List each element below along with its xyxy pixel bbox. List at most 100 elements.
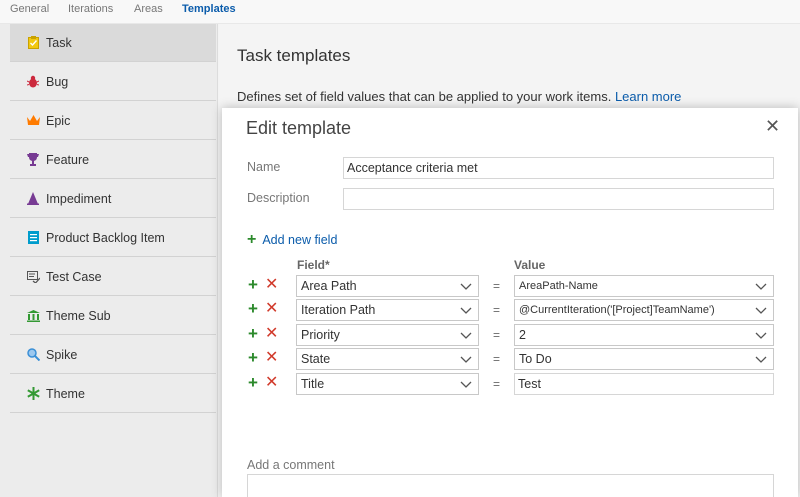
remove-row-icon[interactable]: ✕ [265,373,278,393]
clipboard-icon [26,36,40,50]
name-label: Name [247,160,281,174]
value-select-value: 2 [519,328,526,342]
sidebar-item-spike[interactable]: Spike [10,336,216,374]
sidebar-item-label: Task [46,35,72,50]
tab-areas[interactable]: Areas [134,3,163,15]
description-input[interactable] [343,188,774,210]
sidebar-item-feature[interactable]: Feature [10,141,216,179]
chevron-down-icon [755,283,767,290]
equals-sign: = [493,328,501,342]
value-select[interactable]: @CurrentIteration('[Project]TeamName') [514,299,774,321]
work-item-type-sidebar: Task Bug Epic Feature Impediment Product… [0,24,218,497]
field-select[interactable]: Title [296,373,479,395]
field-row: + ✕ Title = Test [222,373,798,397]
name-input[interactable]: Acceptance criteria met [343,157,774,179]
equals-sign: = [493,377,501,391]
field-select-value: State [301,352,331,366]
field-select-value: Area Path [301,279,357,293]
remove-row-icon[interactable]: ✕ [265,324,278,344]
chevron-down-icon [460,356,472,363]
chevron-down-icon [460,307,472,314]
sidebar-item-theme[interactable]: Theme [10,375,216,413]
description-label: Description [247,191,310,205]
value-select-value: AreaPath-Name [519,280,598,292]
field-select-value: Title [301,377,325,391]
add-row-icon[interactable]: + [248,299,258,319]
sidebar-item-product-backlog-item[interactable]: Product Backlog Item [10,219,216,257]
chevron-down-icon [460,381,472,388]
field-row: + ✕ State = To Do [222,348,798,372]
field-row: + ✕ Priority = 2 [222,324,798,348]
sidebar-item-label: Spike [46,347,78,362]
sidebar-item-label: Theme [46,386,85,401]
sidebar-item-task[interactable]: Task [10,24,216,62]
sidebar-item-label: Theme Sub [46,308,111,323]
tab-templates[interactable]: Templates [182,3,236,15]
plus-icon: + [247,231,257,248]
add-row-icon[interactable]: + [248,348,258,368]
learn-more-link[interactable]: Learn more [615,89,681,104]
chevron-down-icon [755,356,767,363]
sidebar-item-label: Bug [46,74,69,89]
sidebar-item-label: Feature [46,152,90,167]
tab-iterations[interactable]: Iterations [68,3,113,15]
field-row: + ✕ Iteration Path = @CurrentIteration('… [222,299,798,323]
comment-input[interactable] [247,474,774,497]
field-select-value: Iteration Path [301,303,376,317]
sidebar-item-theme-sub[interactable]: Theme Sub [10,297,216,335]
description-text: Defines set of field values that can be … [237,89,612,104]
close-icon[interactable]: ✕ [765,116,780,137]
pillars-icon [26,309,40,323]
remove-row-icon[interactable]: ✕ [265,348,278,368]
equals-sign: = [493,303,501,317]
chevron-down-icon [755,307,767,314]
add-row-icon[interactable]: + [248,324,258,344]
value-input[interactable]: Test [514,373,774,395]
chevron-down-icon [755,332,767,339]
comment-label: Add a comment [247,458,335,472]
add-new-field-button[interactable]: + Add new field [247,231,338,248]
sidebar-item-label: Epic [46,113,71,128]
page-description: Defines set of field values that can be … [237,89,681,104]
bug-icon [26,75,40,89]
chevron-down-icon [460,332,472,339]
backlog-icon [26,231,40,245]
field-select[interactable]: Iteration Path [296,299,479,321]
field-select-value: Priority [301,328,340,342]
asterisk-icon [26,387,40,401]
dialog-title: Edit template [246,118,352,138]
test-case-icon [26,270,40,284]
chevron-down-icon [460,283,472,290]
crown-icon [26,114,40,128]
sidebar-item-impediment[interactable]: Impediment [10,180,216,218]
field-select[interactable]: Area Path [296,275,479,297]
value-select-value: @CurrentIteration('[Project]TeamName') [519,304,715,316]
equals-sign: = [493,352,501,366]
sidebar-item-epic[interactable]: Epic [10,102,216,140]
equals-sign: = [493,279,501,293]
sidebar-item-test-case[interactable]: Test Case [10,258,216,296]
add-row-icon[interactable]: + [248,373,258,393]
remove-row-icon[interactable]: ✕ [265,275,278,295]
field-column-header: Field* [297,258,330,272]
remove-row-icon[interactable]: ✕ [265,299,278,319]
field-select[interactable]: Priority [296,324,479,346]
sidebar-item-label: Impediment [46,191,112,206]
page-title: Task templates [237,46,351,65]
value-select[interactable]: 2 [514,324,774,346]
edit-template-dialog: Edit template ✕ Name Acceptance criteria… [222,108,798,497]
sidebar-item-bug[interactable]: Bug [10,63,216,101]
settings-tabs: General Iterations Areas Templates [0,0,800,24]
value-select[interactable]: AreaPath-Name [514,275,774,297]
tab-general[interactable]: General [10,3,49,15]
add-row-icon[interactable]: + [248,275,258,295]
field-select[interactable]: State [296,348,479,370]
sidebar-item-label: Test Case [46,269,102,284]
field-row: + ✕ Area Path = AreaPath-Name [222,275,798,299]
value-column-header: Value [514,258,546,272]
add-new-field-label: Add new field [262,233,338,247]
value-select[interactable]: To Do [514,348,774,370]
trophy-icon [26,153,40,167]
sidebar-item-label: Product Backlog Item [46,230,165,245]
pyramid-icon [26,192,40,206]
